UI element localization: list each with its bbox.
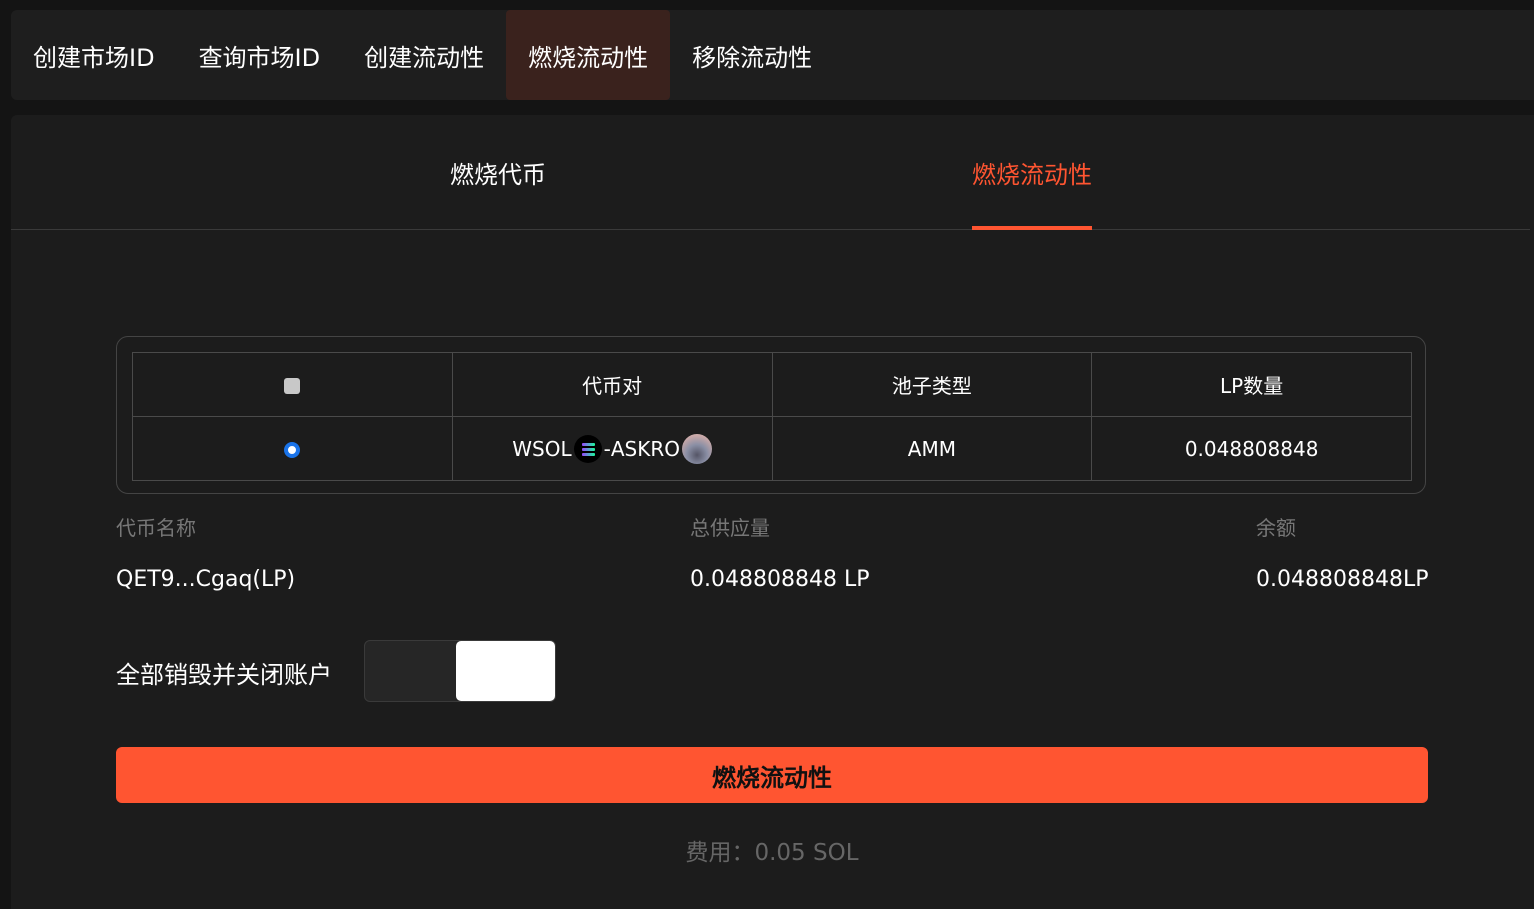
- subtab-burn-liquidity[interactable]: 燃烧流动性: [972, 115, 1092, 230]
- row-radio[interactable]: [284, 442, 301, 458]
- lp-table: 代币对 池子类型 LP数量 WSOL - ASKRO AMM 0.0488088…: [132, 352, 1412, 481]
- select-all-header: [132, 352, 453, 417]
- burn-all-close-account-label: 全部销毁并关闭账户: [116, 661, 332, 689]
- base-token-symbol: WSOL: [512, 436, 572, 461]
- toggle-knob: [456, 641, 555, 701]
- header-lp-amount: LP数量: [1091, 352, 1412, 417]
- askro-token-icon: [681, 433, 712, 464]
- sub-tab-bar: 燃烧代币 燃烧流动性: [11, 115, 1530, 230]
- select-all-checkbox[interactable]: [284, 378, 301, 394]
- pool-type-cell: AMM: [771, 416, 1093, 481]
- token-name-value: QET9...Cgaq(LP): [116, 567, 296, 592]
- lp-amount-cell: 0.048808848: [1091, 416, 1412, 481]
- subtab-burn-token[interactable]: 燃烧代币: [450, 115, 546, 229]
- tab-create-market-id[interactable]: 创建市场ID: [11, 10, 177, 100]
- tab-create-liquidity[interactable]: 创建流动性: [342, 10, 506, 100]
- top-navigation: 创建市场ID 查询市场ID 创建流动性 燃烧流动性 移除流动性: [11, 10, 1534, 100]
- tab-burn-liquidity[interactable]: 燃烧流动性: [506, 10, 671, 100]
- token-name-label: 代币名称: [116, 516, 196, 540]
- burn-all-close-account-toggle[interactable]: [364, 640, 556, 702]
- tab-query-market-id[interactable]: 查询市场ID: [177, 10, 343, 100]
- fee-text: 费用：0.05 SOL: [685, 840, 859, 866]
- burn-liquidity-button[interactable]: 燃烧流动性: [116, 747, 1428, 803]
- tab-remove-liquidity[interactable]: 移除流动性: [670, 10, 834, 100]
- lp-table-container: 代币对 池子类型 LP数量 WSOL - ASKRO AMM 0.0488088…: [116, 336, 1426, 494]
- row-select-cell: [132, 416, 453, 481]
- table-header-row: 代币对 池子类型 LP数量: [132, 352, 1412, 417]
- total-supply-label: 总供应量: [690, 516, 770, 540]
- token-pair: WSOL - ASKRO: [512, 433, 712, 464]
- burn-panel: 燃烧代币 燃烧流动性 代币对 池子类型 LP数量 WSOL - ASKRO AM…: [11, 115, 1534, 909]
- total-supply-value: 0.048808848 LP: [690, 567, 870, 592]
- header-pool-type: 池子类型: [771, 352, 1093, 417]
- solana-icon: [573, 434, 602, 463]
- table-row[interactable]: WSOL - ASKRO AMM 0.048808848: [132, 416, 1412, 481]
- pair-separator: -: [603, 436, 611, 461]
- quote-token-symbol: ASKRO: [610, 436, 680, 461]
- balance-label: 余额: [1256, 516, 1296, 540]
- balance-value: 0.048808848LP: [1256, 567, 1429, 592]
- token-pair-cell: WSOL - ASKRO: [451, 416, 773, 481]
- header-token-pair: 代币对: [451, 352, 773, 417]
